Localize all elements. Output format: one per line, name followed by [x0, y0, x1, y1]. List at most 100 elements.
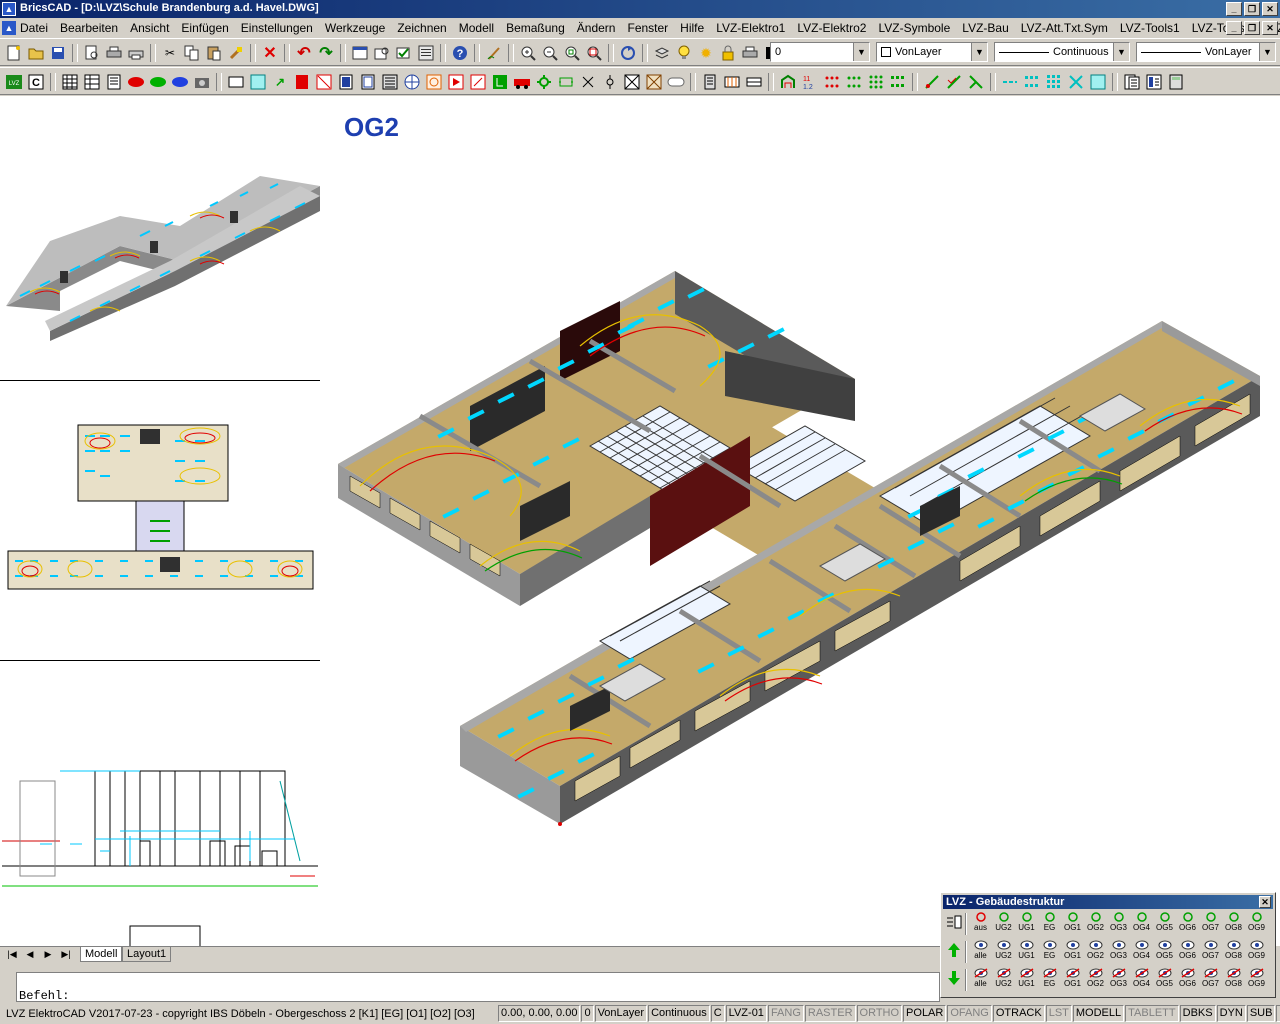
status-field-10[interactable]: OFANG [947, 1005, 992, 1022]
floor-toggle-row2-5[interactable]: OG2 [1084, 940, 1107, 964]
color-select[interactable]: VonLayer ▼ [876, 42, 988, 62]
switch-icon[interactable] [556, 72, 576, 92]
properties-icon[interactable] [416, 43, 436, 63]
busbar-icon[interactable] [744, 72, 764, 92]
floor-toggle-row2-11[interactable]: OG8 [1222, 940, 1245, 964]
status-field-12[interactable]: LST [1045, 1005, 1072, 1022]
grid-table-icon[interactable] [82, 72, 102, 92]
menu-item-12[interactable]: LVZ-Elektro1 [716, 21, 785, 35]
minimize-button[interactable]: _ [1226, 2, 1242, 16]
export-icon[interactable] [1144, 72, 1164, 92]
open-folder-icon[interactable] [26, 43, 46, 63]
floor-toggle-row2-1[interactable]: UG2 [992, 940, 1015, 964]
close-icon[interactable]: ✕ [1259, 896, 1271, 908]
check-wire-icon[interactable] [944, 72, 964, 92]
blue-component-icon[interactable] [170, 72, 190, 92]
floor-toggle-row2-4[interactable]: OG1 [1061, 940, 1084, 964]
lightbulb-icon[interactable] [674, 43, 694, 63]
wire-split-icon[interactable] [966, 72, 986, 92]
status-field-2[interactable]: VonLayer [594, 1005, 648, 1022]
floor-toggle-row3-8[interactable]: OG5 [1153, 968, 1176, 992]
status-field-0[interactable]: 0.00, 0.00, 0.00 [498, 1005, 581, 1022]
status-field-14[interactable]: TABLETT [1125, 1005, 1179, 1022]
viewport-iso-preview[interactable] [0, 96, 320, 381]
status-field-17[interactable]: SUB [1246, 1005, 1276, 1022]
menu-item-3[interactable]: Einfügen [181, 21, 228, 35]
spellcheck-icon[interactable] [394, 43, 414, 63]
status-field-18[interactable]: QUAD [1276, 1005, 1280, 1022]
floor-toggle-row1-6[interactable]: OG3 [1107, 912, 1130, 936]
tab-first-button[interactable]: |◀ [4, 948, 20, 962]
tab-layout1[interactable]: Layout1 [122, 947, 172, 962]
floor-toggle-row1-8[interactable]: OG5 [1153, 912, 1176, 936]
floor-toggle-row1-4[interactable]: OG1 [1061, 912, 1084, 936]
match-properties-icon[interactable] [226, 43, 246, 63]
plot-layer-icon[interactable] [740, 43, 760, 63]
floor-toggle-row1-7[interactable]: OG4 [1130, 912, 1153, 936]
cyan-grid-icon[interactable] [1022, 72, 1042, 92]
cyan-dashes-icon[interactable] [1000, 72, 1020, 92]
status-field-1[interactable]: 0 [581, 1005, 594, 1022]
x-box-orange-icon[interactable] [644, 72, 664, 92]
up-arrow-icon[interactable] [945, 942, 963, 960]
status-field-16[interactable]: DYN [1216, 1005, 1246, 1022]
floor-toggle-row1-11[interactable]: OG8 [1222, 912, 1245, 936]
floor-toggle-row3-7[interactable]: OG4 [1130, 968, 1153, 992]
floor-toggle-row2-10[interactable]: OG7 [1199, 940, 1222, 964]
lock-icon[interactable] [718, 43, 738, 63]
chevron-down-icon[interactable]: ▼ [853, 43, 869, 61]
sun-icon[interactable]: ✹ [696, 43, 716, 63]
table-icon[interactable] [60, 72, 80, 92]
floor-toggle-row1-10[interactable]: OG7 [1199, 912, 1222, 936]
green-array-icon[interactable] [888, 72, 908, 92]
status-field-3[interactable]: Continuous [648, 1005, 710, 1022]
status-field-7[interactable]: RASTER [804, 1005, 856, 1022]
floor-toggle-row3-11[interactable]: OG8 [1222, 968, 1245, 992]
delete-icon[interactable]: ✕ [260, 43, 280, 63]
status-field-6[interactable]: FANG [767, 1005, 804, 1022]
copy-icon[interactable] [182, 43, 202, 63]
menu-item-11[interactable]: Hilfe [680, 21, 704, 35]
print-icon[interactable] [104, 43, 124, 63]
calculator-icon[interactable] [1166, 72, 1186, 92]
status-field-11[interactable]: OTRACK [992, 1005, 1045, 1022]
floor-toggle-row1-9[interactable]: OG6 [1176, 912, 1199, 936]
restore-button[interactable]: ❐ [1244, 2, 1260, 16]
floor-toggle-row3-12[interactable]: OG9 [1245, 968, 1268, 992]
red-dots-icon[interactable] [822, 72, 842, 92]
outlet-icon[interactable] [402, 72, 422, 92]
linetype-select[interactable]: Continuous ▼ [994, 42, 1130, 62]
floor-toggle-row1-12[interactable]: OG9 [1245, 912, 1268, 936]
x-box-icon[interactable] [622, 72, 642, 92]
print-preview-icon[interactable] [82, 43, 102, 63]
layer-select[interactable]: 0 ▼ [770, 42, 870, 62]
tab-last-button[interactable]: ▶| [58, 948, 74, 962]
command-line[interactable]: Befehl: [16, 972, 940, 1003]
fire-extinguisher-icon[interactable] [292, 72, 312, 92]
menu-item-6[interactable]: Zeichnen [397, 21, 446, 35]
fire-truck-icon[interactable] [512, 72, 532, 92]
window-icon[interactable] [358, 72, 378, 92]
green-grid-icon[interactable] [866, 72, 886, 92]
close-button[interactable]: ✕ [1262, 2, 1278, 16]
draw-wire-icon[interactable] [922, 72, 942, 92]
floor-toggle-row3-4[interactable]: OG1 [1061, 968, 1084, 992]
chevron-down-icon[interactable]: ▼ [1113, 43, 1129, 61]
capsule-icon[interactable] [666, 72, 686, 92]
green-arrow-icon[interactable]: ↗ [270, 72, 290, 92]
play-icon[interactable] [446, 72, 466, 92]
no-entry-icon[interactable] [314, 72, 334, 92]
floor-toggle-row1-3[interactable]: EG [1038, 912, 1061, 936]
floor-toggle-row3-0[interactable]: alle [969, 968, 992, 992]
floor-toggle-row2-3[interactable]: EG [1038, 940, 1061, 964]
stairs-icon[interactable] [380, 72, 400, 92]
menu-item-1[interactable]: Bearbeiten [60, 21, 118, 35]
floor-toggle-row1-5[interactable]: OG2 [1084, 912, 1107, 936]
exit-sign-icon[interactable] [490, 72, 510, 92]
help-icon[interactable]: ? [450, 43, 470, 63]
red-component-icon[interactable] [126, 72, 146, 92]
menu-item-2[interactable]: Ansicht [130, 21, 169, 35]
doc-minimize-button[interactable]: _ [1226, 21, 1242, 35]
viewport-plan-preview[interactable] [0, 381, 320, 661]
network-icon[interactable] [534, 72, 554, 92]
